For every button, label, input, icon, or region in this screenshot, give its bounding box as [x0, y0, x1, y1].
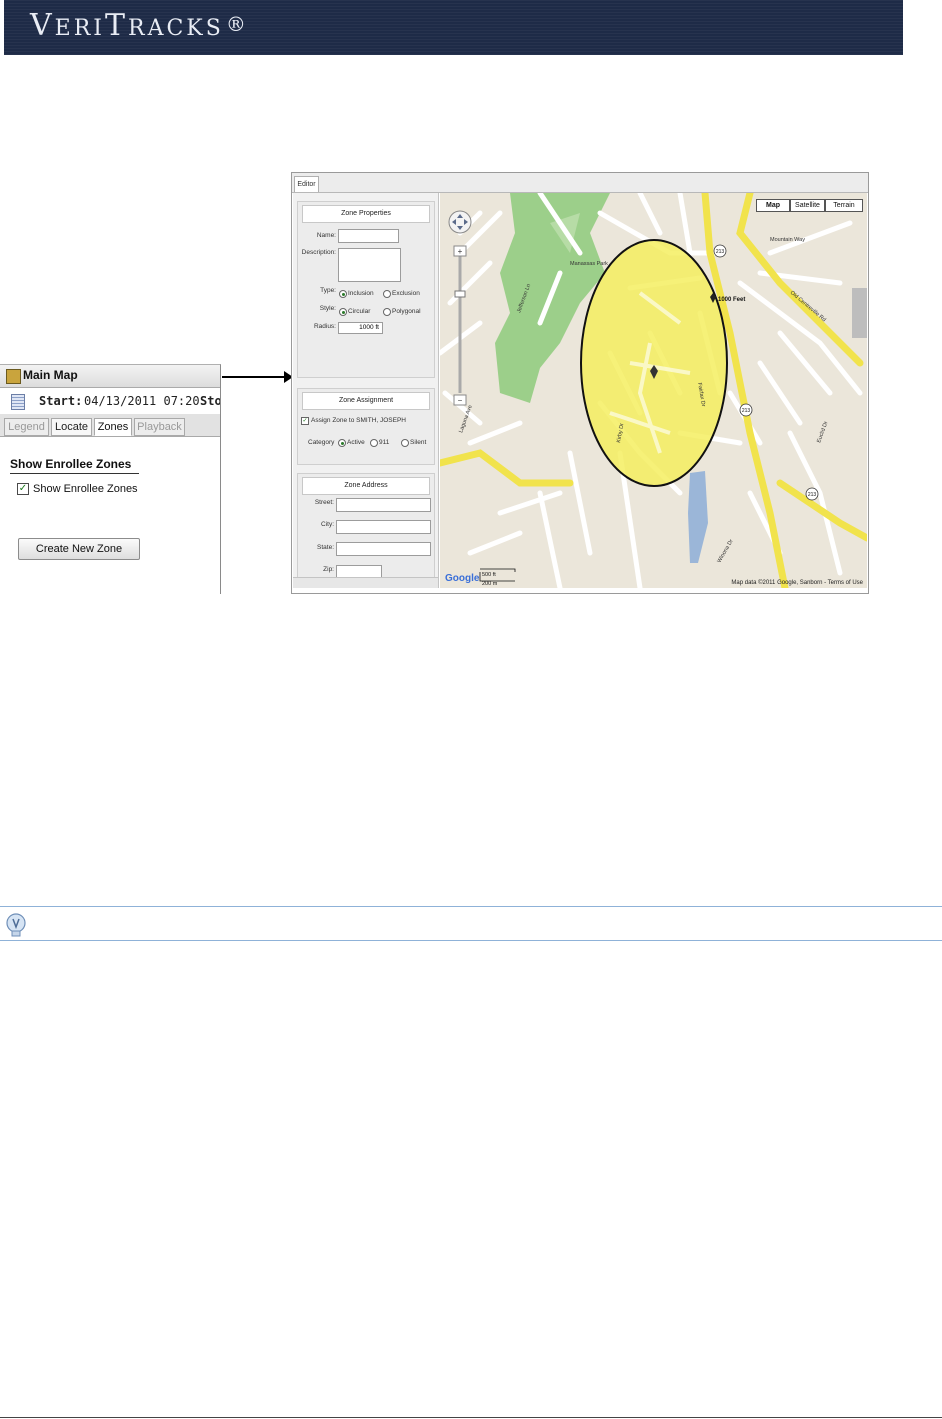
style-polygonal-radio[interactable] — [383, 308, 391, 316]
style-polygonal-label: Polygonal — [392, 308, 421, 315]
tip-bar — [0, 906, 942, 941]
city-label: City: — [321, 521, 334, 528]
zone-address-section: Zone Address Street: City: State: Zip: — [297, 473, 435, 580]
building-area — [852, 288, 867, 338]
tab-playback[interactable]: Playback — [134, 418, 185, 436]
category-active-label: Active — [347, 439, 365, 446]
zoom-in-icon: + — [458, 247, 463, 256]
main-map-title: Main Map — [23, 368, 78, 382]
brand-logo: VERITRACKS ® — [30, 8, 249, 43]
radius-input[interactable]: 1000 ft — [338, 322, 383, 334]
state-label: State: — [317, 544, 334, 551]
name-input[interactable] — [338, 229, 399, 243]
type-exclusion-label: Exclusion — [392, 290, 420, 297]
zone-properties-section: Zone Properties Name: Description: Type:… — [297, 201, 435, 378]
style-label: Style: — [319, 305, 336, 312]
radius-label: Radius: — [313, 323, 336, 330]
tab-editor[interactable]: Editor — [294, 176, 319, 192]
zone-properties-title: Zone Properties — [302, 205, 430, 223]
map-view[interactable]: 1000 Feet 213 213 213 Mountain Way Manas… — [440, 193, 867, 588]
zone-assignment-section: Zone Assignment ✓ Assign Zone to SMITH, … — [297, 388, 435, 465]
street-label: Street: — [314, 499, 334, 506]
zone-assignment-title: Zone Assignment — [302, 392, 430, 410]
zoom-out-icon: − — [458, 396, 463, 405]
type-label: Type: — [320, 287, 336, 294]
style-circular-radio[interactable] — [339, 308, 347, 316]
description-label: Description: — [301, 249, 336, 256]
assign-zone-label: Assign Zone to SMITH, JOSEPH — [311, 417, 407, 424]
name-label: Name: — [316, 232, 336, 239]
scale-feet: 500 ft — [482, 572, 496, 578]
city-input[interactable] — [336, 520, 431, 534]
form-scrollbar[interactable] — [293, 577, 438, 588]
tab-legend[interactable]: Legend — [4, 418, 49, 436]
category-silent-label: Silent — [410, 439, 427, 446]
category-911-radio[interactable] — [370, 439, 378, 447]
zone-editor-window: Editor Zone Properties Name: Description… — [291, 172, 869, 594]
veritracks-banner: VERITRACKS ® — [4, 0, 903, 55]
zone-address-title: Zone Address — [302, 477, 430, 495]
calendar-icon[interactable] — [11, 394, 25, 410]
state-input[interactable] — [336, 542, 431, 556]
radius-tag: 1000 Feet — [718, 297, 745, 303]
tab-zones[interactable]: Zones — [94, 418, 132, 436]
category-active-radio[interactable] — [338, 439, 346, 447]
type-inclusion-radio[interactable] — [339, 290, 347, 298]
category-silent-radio[interactable] — [401, 439, 409, 447]
map-icon — [6, 369, 21, 384]
editor-tabbar: Editor — [292, 173, 868, 193]
footer-divider — [0, 1417, 942, 1418]
description-textarea[interactable] — [338, 248, 401, 282]
zone-circle[interactable] — [580, 239, 728, 487]
tab-locate[interactable]: Locate — [51, 418, 92, 436]
park-label: Manassas Park — [570, 261, 608, 267]
editor-form: Zone Properties Name: Description: Type:… — [293, 193, 439, 588]
google-logo: Google — [445, 573, 480, 584]
route-label: 213 — [808, 492, 817, 498]
show-zones-checkbox[interactable]: ✓ — [17, 483, 29, 495]
map-type-map[interactable]: Map — [756, 199, 790, 212]
zones-heading: Show Enrollee Zones — [10, 457, 140, 474]
zoom-slider-thumb[interactable] — [454, 290, 466, 298]
scale-meters: 200 m — [482, 581, 498, 587]
main-map-panel: Main Map Start: 04/13/2011 07:20 Sto Leg… — [0, 364, 221, 594]
start-value[interactable]: 04/13/2011 07:20 — [84, 394, 200, 408]
route-label: 213 — [716, 249, 725, 255]
start-label: Start: — [39, 394, 83, 408]
main-map-header: Main Map — [0, 365, 220, 388]
map-type-satellite[interactable]: Satellite — [790, 199, 825, 212]
map-canvas[interactable]: 1000 Feet 213 213 213 Mountain Way Manas… — [440, 193, 867, 588]
map-copyright: Map data ©2011 Google, Sanborn - Terms o… — [731, 580, 863, 586]
style-circular-label: Circular — [348, 308, 371, 315]
arrow-line — [222, 376, 287, 378]
street-label: Mountain Way — [770, 237, 805, 243]
zip-label: Zip: — [323, 566, 334, 573]
route-label: 213 — [742, 408, 751, 414]
assign-zone-checkbox[interactable]: ✓ — [301, 417, 309, 425]
category-label: Category — [308, 439, 335, 446]
create-new-zone-button[interactable]: Create New Zone — [18, 538, 140, 560]
category-911-label: 911 — [379, 439, 390, 446]
map-type-terrain[interactable]: Terrain — [825, 199, 863, 212]
lightbulb-icon — [6, 913, 26, 937]
stop-label: Sto — [200, 394, 220, 408]
type-inclusion-label: Inclusion — [348, 290, 374, 297]
start-row: Start: 04/13/2011 07:20 Sto — [0, 390, 220, 412]
type-exclusion-radio[interactable] — [383, 290, 391, 298]
show-zones-label: Show Enrollee Zones — [33, 483, 138, 495]
street-input[interactable] — [336, 498, 431, 512]
